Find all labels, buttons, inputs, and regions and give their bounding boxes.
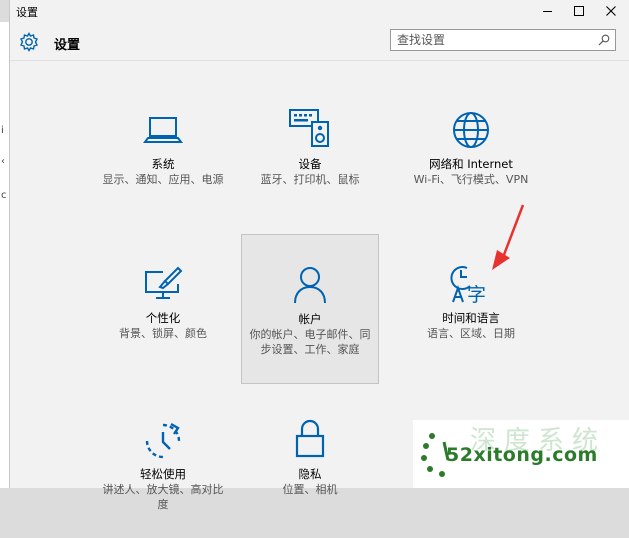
tile-name: 时间和语言 (442, 311, 500, 325)
tile-personalization[interactable]: 个性化 背景、锁屏、颜色 (94, 234, 232, 384)
tile-system[interactable]: 系统 显示、通知、应用、电源 (94, 78, 232, 228)
title-bar[interactable]: 设置 (10, 0, 629, 22)
paintbrush-monitor-icon (145, 266, 183, 299)
tile-name: 隐私 (298, 467, 322, 481)
search-icon[interactable] (598, 34, 610, 46)
strip-fragment: i (1, 125, 4, 136)
page-title: 设置 (54, 38, 81, 53)
clock-language-icon: 字 (450, 266, 486, 304)
ease-of-access-icon (145, 422, 181, 459)
tile-privacy[interactable]: 隐私 位置、相机 (241, 388, 379, 538)
tile-description: 蓝牙、打印机、鼠标 (260, 173, 360, 186)
gear-icon (20, 32, 38, 52)
svg-text:字: 字 (467, 284, 486, 304)
maximize-icon (574, 6, 584, 16)
tile-description: 显示、通知、应用、电源 (102, 173, 224, 186)
person-icon (294, 267, 326, 304)
tile-name: 网络和 Internet (429, 157, 513, 171)
tile-description: 讲述人、放大镜、高对比度 (102, 483, 224, 511)
search-box[interactable] (390, 29, 616, 51)
keyboard-speaker-icon (289, 109, 329, 147)
tile-name: 系统 (151, 157, 175, 171)
globe-icon (453, 112, 489, 148)
header-divider (10, 60, 629, 61)
tile-name: 帐户 (298, 312, 322, 326)
tile-description: 位置、相机 (282, 483, 338, 496)
tile-name: 个性化 (145, 311, 181, 325)
maximize-button[interactable] (563, 0, 595, 22)
minimize-button[interactable] (531, 0, 563, 22)
window-title: 设置 (16, 6, 38, 19)
tile-description: 你的帐户、电子邮件、同步设置、工作、家庭 (249, 328, 371, 356)
watermark-domain: 52xitong.com (446, 444, 598, 466)
tile-description: 语言、区域、日期 (427, 327, 515, 340)
strip-fragment: c (1, 190, 7, 201)
tile-description: 背景、锁屏、颜色 (119, 327, 207, 340)
search-input[interactable] (397, 32, 587, 48)
tile-devices[interactable]: 设备 蓝牙、打印机、鼠标 (241, 78, 379, 228)
background-window-strip: i ‹ c (0, 22, 10, 488)
tile-name: 轻松使用 (140, 467, 186, 481)
strip-fragment: ‹ (1, 156, 5, 167)
tile-name: 设备 (298, 157, 322, 171)
laptop-icon (143, 117, 183, 143)
annotation-arrow-icon (492, 204, 525, 270)
close-icon (606, 6, 616, 16)
tile-accounts[interactable]: 帐户 你的帐户、电子邮件、同步设置、工作、家庭 (241, 234, 379, 384)
tile-description: Wi-Fi、飞行模式、VPN (413, 173, 529, 186)
tile-ease-of-access[interactable]: 轻松使用 讲述人、放大镜、高对比度 (94, 388, 232, 538)
lock-icon (295, 419, 325, 458)
minimize-icon (542, 10, 552, 12)
close-button[interactable] (595, 0, 627, 22)
settings-window: 设置 设置 查找设置 系统 显示、通知、应用、电源 设备 蓝牙、打印机、鼠标 网… (10, 0, 629, 511)
